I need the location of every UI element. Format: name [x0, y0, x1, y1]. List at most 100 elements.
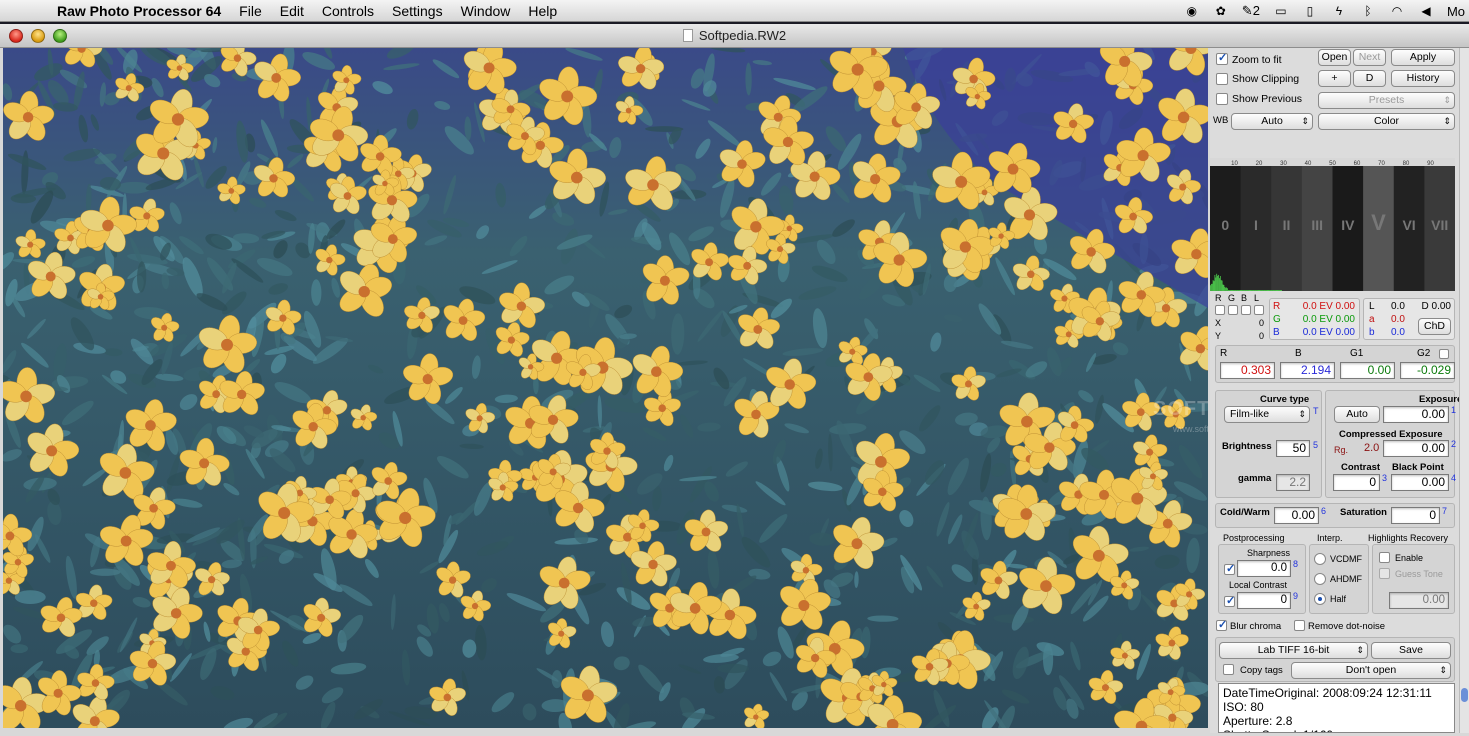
owl-icon[interactable]: ◉	[1184, 4, 1200, 18]
histogram-bar	[1233, 290, 1234, 291]
guess-tone-checkbox[interactable]	[1379, 568, 1390, 579]
zone-label: IV	[1341, 217, 1355, 233]
cold-warm-label: Cold/Warm	[1220, 507, 1270, 518]
chd-button[interactable]: ChD	[1418, 318, 1451, 335]
clipboard-icon[interactable]: ▯	[1302, 4, 1318, 18]
brightness-field[interactable]: 50	[1276, 440, 1310, 457]
gear-badge-icon[interactable]: ✿	[1213, 4, 1229, 18]
sharpness-checkbox[interactable]	[1224, 564, 1235, 575]
flower-center	[517, 301, 526, 310]
wb-coeff-field-g1[interactable]: 0.00	[1340, 362, 1395, 379]
gamma-field[interactable]: 2.2	[1276, 474, 1310, 491]
flower-center	[651, 366, 662, 377]
show-previous-label: Show Previous	[1232, 93, 1302, 105]
histogram-bar	[1278, 290, 1279, 291]
interp-radio-vcdmf[interactable]	[1314, 553, 1326, 565]
output-format-dropdown[interactable]: Lab TIFF 16-bit	[1219, 642, 1368, 659]
show-clipping-checkbox[interactable]	[1216, 73, 1228, 85]
channel-toggle-b[interactable]	[1241, 305, 1251, 315]
histogram-bar	[1237, 290, 1238, 291]
blur-chroma-checkbox[interactable]	[1216, 620, 1227, 631]
input-menu[interactable]: ✎2	[1242, 3, 1260, 19]
black-point-field[interactable]: 0.00	[1391, 474, 1449, 491]
title-bar[interactable]: Softpedia.RW2	[0, 24, 1469, 48]
interp-radio-ahdmf[interactable]	[1314, 573, 1326, 585]
flower-center	[323, 406, 331, 414]
exposure-field[interactable]: 0.00	[1383, 406, 1449, 423]
display-icon[interactable]: ▭	[1273, 4, 1289, 18]
add-button[interactable]: +	[1318, 70, 1351, 87]
menu-controls[interactable]: Controls	[313, 0, 383, 22]
flower-center	[528, 364, 533, 369]
scroll-thumb[interactable]	[1461, 688, 1468, 702]
channel-toggle-r[interactable]	[1215, 305, 1225, 315]
histogram-bar	[1261, 290, 1262, 291]
copy-tags-checkbox[interactable]	[1223, 664, 1234, 675]
compressed-exposure-field[interactable]: 0.00	[1383, 440, 1449, 457]
photo-preview[interactable]: SOFTPEDIA www.softpedia.com	[3, 48, 1208, 728]
histogram-bar	[1221, 280, 1222, 291]
exif-info[interactable]: DateTimeOriginal: 2008:09:24 12:31:11 ISO…	[1218, 683, 1455, 733]
menu-window[interactable]: Window	[452, 0, 520, 22]
remove-dot-noise-checkbox[interactable]	[1294, 620, 1305, 631]
g2-lock-checkbox[interactable]	[1439, 349, 1449, 359]
histogram-bar	[1254, 290, 1255, 291]
menu-edit[interactable]: Edit	[271, 0, 313, 22]
exif-scrollbar[interactable]	[1459, 48, 1469, 733]
histogram[interactable]: 0 I II III IV V VI VII 10 20 30 40 50 60 70 80 90	[1210, 158, 1455, 291]
curve-type-dropdown[interactable]: Film-like	[1224, 406, 1310, 423]
highlights-value-field[interactable]: 0.00	[1389, 592, 1449, 609]
open-button[interactable]: Open	[1318, 49, 1351, 66]
cold-warm-field[interactable]: 0.00	[1274, 507, 1319, 524]
bluetooth-icon[interactable]: ᛒ	[1360, 4, 1376, 18]
flash-icon[interactable]: ϟ	[1331, 4, 1347, 18]
menu-app-name[interactable]: Raw Photo Processor 64	[48, 0, 230, 22]
d-button[interactable]: D	[1353, 70, 1386, 87]
wifi-icon[interactable]: ◠	[1389, 4, 1405, 18]
wb-coeff-field-b[interactable]: 2.194	[1280, 362, 1335, 379]
menu-help[interactable]: Help	[519, 0, 566, 22]
after-save-dropdown[interactable]: Don't open	[1291, 662, 1451, 679]
clock[interactable]: Mo	[1447, 4, 1465, 19]
save-button[interactable]: Save	[1371, 642, 1451, 659]
flower-center	[208, 576, 215, 583]
rg-label: Rg.	[1334, 445, 1348, 455]
channel-toggle-l[interactable]	[1254, 305, 1264, 315]
color-dropdown[interactable]: Color	[1318, 113, 1455, 130]
zoom-to-fit-checkbox[interactable]	[1216, 53, 1228, 65]
sharpness-field[interactable]: 0.0	[1237, 560, 1291, 577]
interp-radio-half[interactable]	[1314, 593, 1326, 605]
saturation-field[interactable]: 0	[1391, 507, 1440, 524]
contrast-field[interactable]: 0	[1333, 474, 1380, 491]
rg-value: 2.0	[1364, 442, 1379, 454]
presets-dropdown[interactable]: Presets	[1318, 92, 1455, 109]
histogram-bar	[1213, 280, 1214, 291]
menu-settings[interactable]: Settings	[383, 0, 452, 22]
show-previous-checkbox[interactable]	[1216, 93, 1228, 105]
flower-center	[271, 73, 281, 83]
histogram-bar	[1244, 290, 1245, 291]
flower-center	[878, 488, 887, 497]
wb-coeff-field-r[interactable]: 0.303	[1220, 362, 1275, 379]
menu-file[interactable]: File	[230, 0, 271, 22]
gamma-label: gamma	[1238, 473, 1271, 484]
flower-center	[926, 663, 934, 671]
flower-center	[969, 75, 978, 84]
flower-center	[54, 689, 63, 698]
local-contrast-field[interactable]: 0	[1237, 592, 1291, 609]
histogram-bar	[1229, 290, 1230, 291]
wb-coeff-field-g2[interactable]: -0.029	[1400, 362, 1455, 379]
histogram-bar	[1247, 290, 1248, 291]
wb-dropdown[interactable]: Auto	[1231, 113, 1313, 130]
histogram-tick-label: 40	[1305, 161, 1312, 167]
next-button[interactable]: Next	[1353, 49, 1386, 66]
volume-icon[interactable]: ◀	[1418, 4, 1434, 18]
flower-center	[702, 527, 711, 536]
apply-button[interactable]: Apply	[1391, 49, 1455, 66]
cold-warm-key: 6	[1321, 506, 1326, 516]
channel-toggle-g[interactable]	[1228, 305, 1238, 315]
enable-highlights-checkbox[interactable]	[1379, 552, 1390, 563]
local-contrast-checkbox[interactable]	[1224, 596, 1235, 607]
history-button[interactable]: History	[1391, 70, 1455, 87]
auto-exposure-button[interactable]: Auto	[1334, 406, 1380, 423]
